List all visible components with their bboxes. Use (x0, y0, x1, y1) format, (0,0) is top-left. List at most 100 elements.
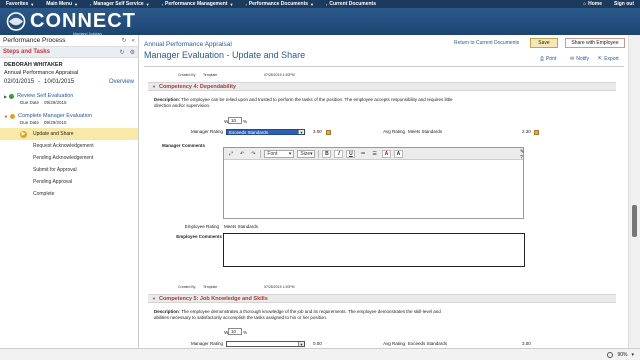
bulleted-list-icon[interactable]: ☰ (370, 150, 378, 158)
employee-rating-value: Meets Standards (224, 224, 259, 229)
export-icon: ⇱ (598, 56, 603, 62)
zoom-icon[interactable] (607, 351, 614, 358)
employee-comments-label: Employee Comments (176, 234, 222, 239)
font-combo[interactable]: Font ▾ (264, 149, 295, 158)
task-pending-approval[interactable]: Pending Approval (0, 176, 138, 188)
chevron-down-icon: ▼ (310, 1, 314, 7)
date-from: 02/01/2015 (4, 79, 35, 85)
help-icon[interactable]: ? (520, 155, 523, 161)
scrollbar-thumb[interactable] (632, 205, 637, 237)
rating-details-icon[interactable] (326, 130, 331, 135)
underline-button[interactable]: U (346, 149, 356, 158)
description-text: : The employee can be relied upon and tr… (154, 97, 453, 108)
home-link[interactable]: ⌂ Home (577, 1, 608, 7)
settings-icon[interactable]: ⚙ (130, 49, 135, 56)
save-button[interactable]: Save (530, 38, 558, 48)
export-label: Export (604, 56, 619, 62)
numbered-list-icon[interactable]: ≔ (358, 150, 367, 158)
refresh-icon[interactable]: ↻ (120, 49, 125, 56)
breadcrumb-arrow-icon: › (325, 1, 328, 7)
weight-input[interactable]: 10 (228, 117, 242, 124)
notify-label: Notify (576, 56, 589, 62)
text-color-button[interactable]: A (381, 149, 391, 158)
redo-icon[interactable]: ↷ (249, 150, 257, 158)
weight-input[interactable]: 10 (228, 328, 242, 335)
task-label: Pending Acknowledgement (33, 155, 94, 161)
competency-title: Competency 4: Dependability (158, 83, 236, 90)
manager-rating-select[interactable]: ▼ (226, 341, 305, 347)
collapse-icon: ▼ (152, 296, 156, 301)
competency-description: Description: The employee demonstrates a… (154, 309, 454, 321)
zoom-level[interactable]: 90% (617, 352, 627, 358)
divider (144, 66, 624, 67)
home-label: Home (588, 1, 602, 7)
rating-points: 3.00 (313, 129, 322, 134)
date-to: 10/01/2015 (44, 79, 75, 85)
toolbar-separator (318, 149, 320, 158)
collapse-icon[interactable]: ▼ (4, 114, 8, 119)
nav-main-menu[interactable]: Main Menu ▼ (40, 1, 84, 7)
bold-button[interactable]: B (322, 149, 332, 158)
document-type: Annual Performance Appraisal (4, 70, 79, 76)
document-title: Annual Performance Appraisal (144, 41, 232, 48)
nav-label: Favorites (6, 1, 29, 7)
left-panel-header: Performance Process ↻ « (0, 35, 138, 47)
print-link[interactable]: ⎙ Print (540, 56, 556, 62)
export-link[interactable]: ⇱ Export (598, 56, 619, 62)
nav-performance-documents[interactable]: › Performance Documents ▼ (239, 1, 320, 7)
task-submit-for-approval[interactable]: Submit for Approval (0, 164, 138, 176)
size-combo[interactable]: Size ▾ (297, 149, 316, 158)
rating-points: 0.00 (313, 341, 322, 346)
task-update-and-share[interactable]: ▶ Update and Share (0, 128, 138, 140)
left-panel-title: Performance Process (3, 37, 66, 44)
step-title[interactable]: ▼ Complete Manager Evaluation (0, 113, 138, 119)
banner: CONNECT Maryland Judiciary (0, 8, 640, 36)
avg-rating-value: Exceeds Standards (408, 341, 448, 346)
step-due-date: Due Date 09/29/2015 (0, 100, 138, 105)
breadcrumb-arrow-icon: › (245, 1, 247, 7)
refresh-icon[interactable]: ↻ (122, 37, 127, 44)
task-label: Complete (33, 191, 55, 197)
step-title[interactable]: ▶ Review Self Evaluation (0, 93, 138, 99)
task-pending-acknowledgement[interactable]: Pending Acknowledgement (0, 152, 138, 164)
chevron-down-icon: ▼ (74, 1, 79, 7)
avg-rating-details-icon[interactable] (534, 130, 539, 135)
current-step-arrow-icon: ▶ (20, 130, 27, 138)
manager-comments-editor[interactable]: ⤢ ↶ ↷ Font ▾ Size ▾ B I U ≔ ☰ A A (223, 147, 524, 219)
nav-current-documents[interactable]: › Current Documents (320, 1, 382, 7)
signout-link[interactable]: Sign out (608, 1, 640, 7)
employee-comments-box (223, 233, 525, 267)
chevron-down-icon: ▼ (229, 1, 234, 7)
chevron-down-icon: ▼ (298, 129, 304, 135)
nav-manager-self-service[interactable]: › Manager Self Service ▼ (84, 1, 156, 7)
undo-icon[interactable]: ↶ (238, 150, 246, 158)
background-color-button[interactable]: A (393, 149, 403, 158)
avg-rating-points: 2.30 (522, 129, 531, 134)
chevron-down-icon[interactable]: ▾ (631, 352, 634, 358)
selected-value: Exceeds Standards (229, 129, 269, 135)
share-with-employee-button[interactable]: Share with Employee (565, 38, 625, 48)
nav-label: Manager Self Service (93, 1, 144, 7)
mail-icon: ✉ (570, 56, 575, 62)
task-label: Update and Share (33, 131, 74, 137)
complete-status-icon (9, 93, 15, 99)
maximize-icon[interactable]: ⤢ (227, 150, 235, 158)
task-request-acknowledgement[interactable]: Request Acknowledgement (0, 140, 138, 152)
overview-link[interactable]: Overview (109, 79, 134, 85)
manager-rating-select[interactable]: Exceeds Standards ▼ (226, 129, 305, 135)
collapse-icon[interactable]: « (132, 38, 135, 44)
task-label: Request Acknowledgement (33, 143, 94, 149)
task-complete[interactable]: Complete (0, 188, 138, 200)
description-label: Description (154, 97, 179, 102)
employee-rating-label: Employee Rating (184, 224, 219, 229)
competency-5-header[interactable]: ▼ Competency 5: Job Knowledge and Skills (148, 294, 616, 303)
expand-icon[interactable]: ▶ (4, 94, 7, 99)
nav-performance-management[interactable]: › Performance Management ▼ (156, 1, 240, 7)
notify-link[interactable]: ✉ Notify (570, 56, 589, 62)
return-to-current-documents-link[interactable]: Return to Current Documents (454, 40, 519, 46)
italic-button[interactable]: I (334, 149, 344, 158)
percent-sign: % (243, 119, 248, 124)
vertical-scrollbar[interactable] (628, 35, 640, 348)
competency-4-header[interactable]: ▼ Competency 4: Dependability (148, 82, 616, 91)
nav-favorites[interactable]: Favorites ▼ (0, 1, 40, 7)
